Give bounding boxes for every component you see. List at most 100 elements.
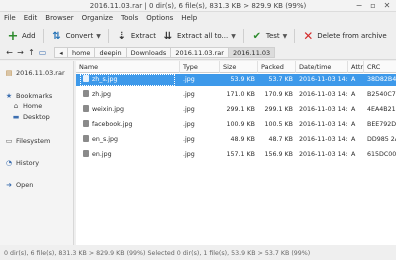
- up-arrow-icon[interactable]: ↑: [26, 48, 37, 57]
- delete-icon: ✕: [303, 29, 314, 43]
- toolbar-separator: [42, 29, 44, 43]
- status-text: 0 dir(s), 6 file(s), 831.3 KB > 829.9 KB…: [4, 250, 311, 257]
- extract-all-icon: ⇊: [163, 30, 173, 42]
- breadcrumb-deepin[interactable]: deepin: [94, 47, 127, 58]
- table-row[interactable]: en.jpg .jpg 157.1 KB 156.9 KB 2016-11-03…: [76, 149, 396, 161]
- desktop-icon: ▬: [12, 113, 20, 121]
- file-date-cell: 2016-11-03 14:24: [299, 76, 348, 83]
- column-packed[interactable]: Packed: [258, 61, 296, 73]
- convert-dropdown-icon[interactable]: ▼: [96, 33, 101, 40]
- convert-label: Convert: [65, 32, 94, 40]
- table-row[interactable]: weixin.jpg .jpg 299.1 KB 299.1 KB 2016-1…: [76, 104, 396, 116]
- file-crc-cell: DD985 2A8: [367, 136, 396, 143]
- file-list: Name Type Size Packed Date/time Attr CRC…: [76, 61, 396, 245]
- image-file-icon: [83, 120, 89, 127]
- column-name[interactable]: Name: [76, 61, 180, 73]
- sidebar-item-filesystem[interactable]: ▭ Filesystem: [5, 137, 51, 145]
- file-crc-cell: 38D82B4A: [367, 76, 396, 83]
- minimize-icon[interactable]: −: [354, 1, 364, 11]
- menu-tools[interactable]: Tools: [121, 14, 138, 22]
- menu-file[interactable]: File: [4, 14, 16, 22]
- sidebar-item-archive[interactable]: ▤ 2016.11.03.rar: [5, 69, 65, 77]
- menu-options[interactable]: Options: [146, 14, 173, 22]
- maximize-icon[interactable]: ▫: [368, 1, 378, 11]
- file-type-cell: .jpg: [183, 76, 195, 83]
- forward-arrow-icon[interactable]: →: [15, 48, 26, 57]
- sidebar-item-history[interactable]: ◔ History: [5, 159, 39, 167]
- delete-button[interactable]: ✕ Delete from archive: [299, 27, 389, 45]
- table-row[interactable]: facebook.jpg .jpg 100.9 KB 100.5 KB 2016…: [76, 119, 396, 131]
- file-packed-cell: 48.7 KB: [268, 136, 293, 143]
- sidebar-item-label: History: [16, 159, 40, 167]
- column-datetime[interactable]: Date/time: [296, 61, 348, 73]
- file-type-cell: .jpg: [183, 136, 195, 143]
- file-packed-cell: 156.9 KB: [264, 151, 293, 158]
- extract-button[interactable]: ⇣ Extract: [113, 27, 159, 45]
- menu-help[interactable]: Help: [181, 14, 197, 22]
- image-file-icon: [83, 105, 89, 112]
- menu-browser[interactable]: Browser: [45, 14, 73, 22]
- extract-icon: ⇣: [117, 30, 127, 42]
- add-label: Add: [22, 32, 36, 40]
- sidebar-item-label: Filesystem: [16, 137, 51, 145]
- column-type[interactable]: Type: [180, 61, 220, 73]
- test-dropdown-icon[interactable]: ▼: [283, 33, 288, 40]
- computer-icon[interactable]: ▭: [37, 48, 48, 57]
- file-size-cell: 100.9 KB: [226, 121, 255, 128]
- test-button[interactable]: ✔ Test ▼: [248, 27, 290, 45]
- breadcrumb-archive[interactable]: 2016.11.03.rar: [170, 47, 229, 58]
- toolbar-separator: [107, 29, 109, 43]
- file-attr-cell: A: [351, 76, 356, 83]
- file-type-cell: .jpg: [183, 151, 195, 158]
- convert-button[interactable]: ⇅ Convert ▼: [48, 27, 104, 45]
- breadcrumb: ◂ home deepin Downloads 2016.11.03.rar 2…: [54, 47, 276, 58]
- sidebar-item-desktop[interactable]: ▬ Desktop: [12, 113, 50, 121]
- file-date-cell: 2016-11-03 14:24: [299, 136, 348, 143]
- table-row[interactable]: en_s.jpg .jpg 48.9 KB 48.7 KB 2016-11-03…: [76, 134, 396, 146]
- sidebar-item-label: 2016.11.03.rar: [16, 69, 65, 77]
- toolbar-separator: [294, 29, 296, 43]
- extract-all-dropdown-icon[interactable]: ▼: [231, 33, 236, 40]
- status-bar: 0 dir(s), 6 file(s), 831.3 KB > 829.9 KB…: [0, 247, 396, 260]
- home-icon: ⌂: [13, 102, 19, 110]
- add-icon: +: [7, 28, 19, 44]
- sidebar-item-label: Bookmarks: [16, 92, 53, 100]
- sidebar-item-label: Desktop: [23, 113, 50, 121]
- column-crc[interactable]: CRC: [364, 61, 396, 73]
- breadcrumb-folder[interactable]: 2016.11.03: [227, 47, 276, 58]
- file-date-cell: 2016-11-03 14:48: [299, 121, 348, 128]
- menu-organize[interactable]: Organize: [82, 14, 113, 22]
- file-date-cell: 2016-11-03 14:22: [299, 151, 348, 158]
- title-bar: 2016.11.03.rar | 0 dir(s), 6 file(s), 83…: [0, 0, 396, 12]
- file-attr-cell: A: [351, 151, 356, 158]
- convert-icon: ⇅: [52, 30, 61, 42]
- menu-edit[interactable]: Edit: [24, 14, 38, 22]
- table-row[interactable]: zh.jpg .jpg 171.0 KB 170.9 KB 2016-11-03…: [76, 89, 396, 101]
- file-packed-cell: 299.1 KB: [264, 106, 293, 113]
- extract-all-button[interactable]: ⇊ Extract all to... ▼: [159, 27, 239, 45]
- column-size[interactable]: Size: [220, 61, 258, 73]
- file-crc-cell: 4EA4B21C: [367, 106, 396, 113]
- close-icon[interactable]: ✕: [382, 1, 392, 11]
- breadcrumb-downloads[interactable]: Downloads: [125, 47, 172, 58]
- file-packed-cell: 100.5 KB: [264, 121, 293, 128]
- back-arrow-icon[interactable]: ←: [4, 48, 15, 57]
- sidebar-item-bookmarks[interactable]: ★ Bookmarks: [5, 92, 52, 100]
- sidebar-item-open[interactable]: ➜ Open: [5, 181, 33, 189]
- breadcrumb-prev-icon[interactable]: ◂: [54, 47, 68, 58]
- file-size-cell: 171.0 KB: [226, 91, 255, 98]
- file-name-cell: zh.jpg: [80, 89, 180, 101]
- filesystem-icon: ▭: [5, 137, 13, 145]
- column-attr[interactable]: Attr: [348, 61, 364, 73]
- breadcrumb-home[interactable]: home: [67, 47, 96, 58]
- history-icon: ◔: [5, 159, 13, 167]
- file-attr-cell: A: [351, 121, 356, 128]
- window-title: 2016.11.03.rar | 0 dir(s), 6 file(s), 83…: [89, 1, 307, 10]
- file-crc-cell: BEE792DC: [367, 121, 396, 128]
- menu-bar: File Edit Browser Organize Tools Options…: [0, 12, 396, 24]
- table-row[interactable]: zh_s.jpg .jpg 53.9 KB 53.7 KB 2016-11-03…: [76, 74, 396, 86]
- sidebar-item-home[interactable]: ⌂ Home: [12, 102, 42, 110]
- add-button[interactable]: + Add: [4, 27, 39, 45]
- file-packed-cell: 53.7 KB: [268, 76, 293, 83]
- image-file-icon: [83, 75, 89, 82]
